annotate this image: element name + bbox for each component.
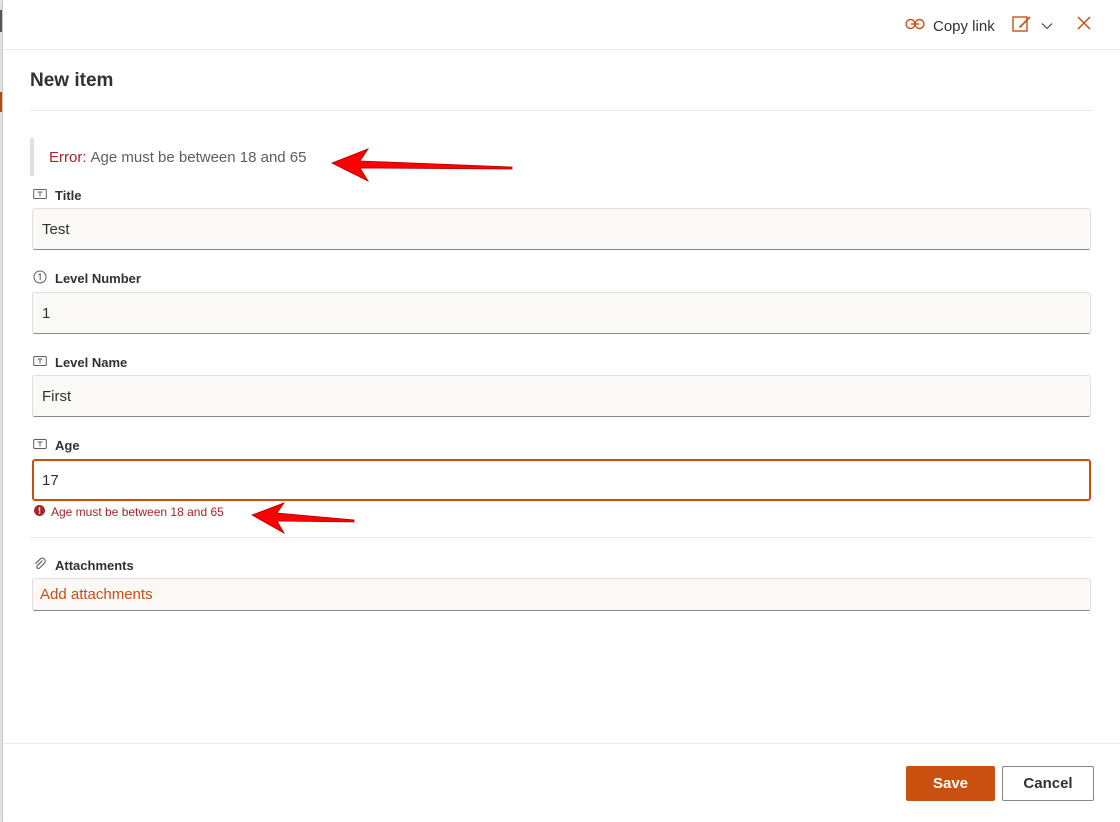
panel-footer: Save Cancel bbox=[3, 743, 1120, 822]
edit-form-button[interactable] bbox=[1011, 14, 1053, 38]
field-label-attachments: Attachments bbox=[33, 556, 134, 574]
age-error-text: Age must be between 18 and 65 bbox=[51, 505, 224, 519]
field-label-text: Level Name bbox=[55, 354, 128, 370]
level-number-input[interactable]: 1 bbox=[32, 292, 1091, 334]
attachments-divider bbox=[30, 537, 1094, 538]
field-label-text: Attachments bbox=[55, 557, 134, 573]
age-error-message: Age must be between 18 and 65 bbox=[34, 504, 224, 520]
link-icon bbox=[905, 17, 925, 36]
level-name-input[interactable]: First bbox=[32, 375, 1091, 417]
copy-link-button[interactable]: Copy link bbox=[905, 14, 995, 38]
field-label-text: Level Number bbox=[55, 270, 141, 286]
age-input[interactable]: 17 bbox=[32, 459, 1091, 501]
title-input-value: Test bbox=[42, 220, 70, 238]
annotation-arrow-banner bbox=[331, 148, 513, 182]
text-field-icon bbox=[33, 355, 47, 370]
age-input-value: 17 bbox=[42, 471, 59, 489]
close-button[interactable] bbox=[1073, 14, 1095, 36]
number-field-icon bbox=[33, 270, 47, 287]
field-label-level-name: Level Name bbox=[33, 353, 127, 371]
close-icon bbox=[1077, 15, 1091, 35]
panel-command-bar: Copy link bbox=[3, 0, 1120, 50]
field-label-age: Age bbox=[33, 436, 80, 454]
text-field-icon bbox=[33, 188, 47, 203]
text-field-icon bbox=[33, 438, 47, 453]
copy-link-label: Copy link bbox=[933, 17, 995, 35]
add-attachments-label: Add attachments bbox=[40, 586, 153, 603]
annotation-arrow-field bbox=[251, 502, 355, 535]
edit-form-icon bbox=[1011, 14, 1033, 39]
error-icon bbox=[34, 505, 45, 519]
level-name-input-value: First bbox=[42, 387, 72, 405]
title-input[interactable]: Test bbox=[32, 208, 1091, 250]
save-button[interactable]: Save bbox=[906, 766, 995, 801]
new-item-panel: Copy link New item Error: Age must be be… bbox=[2, 0, 1120, 822]
error-prefix: Error: bbox=[49, 148, 87, 166]
error-message: Age must be between 18 and 65 bbox=[90, 148, 307, 166]
paperclip-icon bbox=[33, 557, 47, 574]
panel-title: New item bbox=[30, 70, 114, 91]
cancel-button[interactable]: Cancel bbox=[1002, 766, 1094, 801]
field-label-text: Title bbox=[55, 187, 82, 203]
level-number-input-value: 1 bbox=[42, 304, 51, 322]
field-label-text: Age bbox=[55, 437, 80, 453]
field-label-title: Title bbox=[33, 186, 82, 204]
field-label-level-number: Level Number bbox=[33, 269, 141, 287]
title-divider bbox=[30, 110, 1094, 111]
chevron-down-icon bbox=[1041, 17, 1053, 35]
add-attachments-button[interactable]: Add attachments bbox=[32, 578, 1091, 611]
